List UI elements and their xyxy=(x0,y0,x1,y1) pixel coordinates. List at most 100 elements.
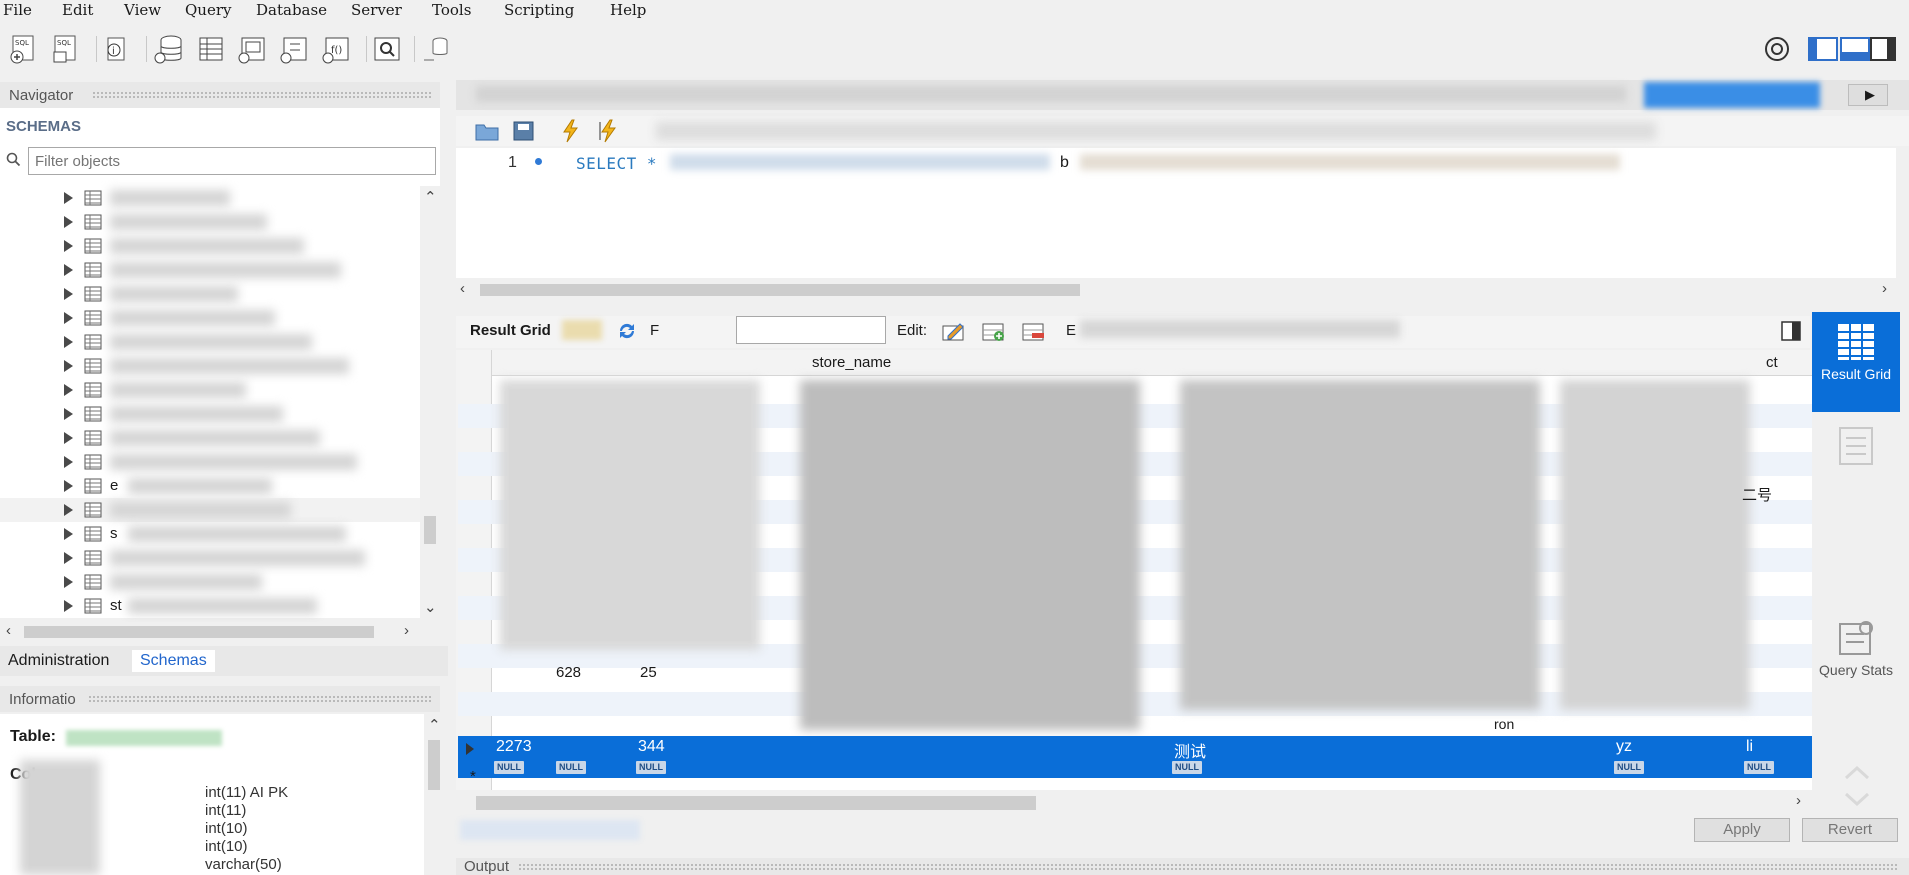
open-sql-script-icon[interactable]: SQL xyxy=(50,32,84,66)
side-panel-scroll-icon[interactable] xyxy=(1842,762,1872,816)
info-vscrollbar[interactable] xyxy=(424,714,444,875)
tree-item-table[interactable] xyxy=(0,546,420,570)
create-view-icon[interactable] xyxy=(236,32,270,66)
toggle-output-icon[interactable] xyxy=(1838,32,1872,66)
cell-fragment[interactable]: ron xyxy=(1494,716,1514,732)
create-table-icon[interactable] xyxy=(194,32,228,66)
chevron-up-icon[interactable]: ⌃ xyxy=(428,716,441,734)
tree-item-table[interactable] xyxy=(0,354,420,378)
save-icon[interactable] xyxy=(512,120,536,146)
delete-row-icon[interactable] xyxy=(1020,318,1046,348)
tree-item-table[interactable]: e xyxy=(0,474,420,498)
menu-server[interactable]: Server xyxy=(351,1,402,19)
cell[interactable]: 2273 xyxy=(496,738,532,756)
cell[interactable]: 344 xyxy=(638,738,665,756)
tab-administration[interactable]: Administration xyxy=(0,650,117,672)
expand-arrow-icon[interactable] xyxy=(64,456,73,468)
expand-arrow-icon[interactable] xyxy=(64,216,73,228)
create-schema-icon[interactable] xyxy=(152,32,186,66)
tab-schemas[interactable]: Schemas xyxy=(132,650,215,672)
tree-item-table[interactable]: s xyxy=(0,522,420,546)
new-sql-tab-icon[interactable]: SQL xyxy=(8,32,42,66)
edit-row-icon[interactable] xyxy=(940,318,966,348)
toggle-wrap-icon[interactable] xyxy=(1780,320,1802,346)
tree-item-table[interactable]: st xyxy=(0,594,420,618)
expand-arrow-icon[interactable] xyxy=(64,576,73,588)
chevron-right-icon[interactable]: › xyxy=(1796,792,1801,809)
create-procedure-icon[interactable] xyxy=(278,32,312,66)
menu-scripting[interactable]: Scripting xyxy=(504,1,574,19)
cell[interactable]: 测试 xyxy=(1174,738,1206,762)
refresh-icon[interactable] xyxy=(616,320,638,346)
create-function-icon[interactable]: f() xyxy=(320,32,354,66)
tree-item-table[interactable] xyxy=(0,282,420,306)
toggle-sidebar-icon[interactable] xyxy=(1806,32,1840,66)
menu-edit[interactable]: Edit xyxy=(62,1,93,19)
chevron-right-icon[interactable]: › xyxy=(404,622,409,639)
expand-arrow-icon[interactable] xyxy=(64,384,73,396)
menu-tools[interactable]: Tools xyxy=(432,1,471,19)
expand-arrow-icon[interactable] xyxy=(64,528,73,540)
tree-item-table[interactable] xyxy=(0,306,420,330)
tree-item-table[interactable] xyxy=(0,450,420,474)
grid-hscrollbar[interactable] xyxy=(456,792,1812,814)
menu-view[interactable]: View xyxy=(124,1,161,19)
expand-arrow-icon[interactable] xyxy=(64,312,73,324)
expand-arrow-icon[interactable] xyxy=(64,432,73,444)
side-result-grid-button[interactable]: Result Grid xyxy=(1812,312,1900,412)
reconnect-icon[interactable] xyxy=(420,32,454,66)
chevron-left-icon[interactable]: ‹ xyxy=(6,622,11,639)
filter-rows-input[interactable] xyxy=(736,316,886,344)
tree-item-table[interactable] xyxy=(0,378,420,402)
menu-file[interactable]: File xyxy=(3,1,32,19)
cell[interactable]: 25 xyxy=(640,664,657,681)
column-header-store-name[interactable]: store_name xyxy=(812,354,891,371)
sql-text[interactable]: SELECT * xyxy=(576,154,657,173)
insert-row-icon[interactable] xyxy=(980,318,1006,348)
expand-arrow-icon[interactable] xyxy=(64,360,73,372)
expand-arrow-icon[interactable] xyxy=(64,192,73,204)
cell-fragment[interactable]: 二号 xyxy=(1742,484,1772,505)
expand-arrow-icon[interactable] xyxy=(64,336,73,348)
apply-button[interactable]: Apply xyxy=(1694,818,1790,842)
chevron-up-icon[interactable]: ⌃ xyxy=(424,188,437,206)
chevron-left-icon[interactable]: ‹ xyxy=(460,280,465,297)
tree-hscrollbar[interactable] xyxy=(0,622,420,642)
menu-help[interactable]: Help xyxy=(610,1,646,19)
tree-vscroll-thumb[interactable] xyxy=(424,516,436,544)
tree-item-table[interactable] xyxy=(0,498,420,522)
chevron-right-icon[interactable]: › xyxy=(1882,280,1887,297)
chevron-down-icon[interactable]: ⌄ xyxy=(424,598,437,616)
tree-item-table[interactable] xyxy=(0,234,420,258)
execute-current-icon[interactable] xyxy=(596,118,622,148)
open-file-icon[interactable] xyxy=(474,120,500,146)
tree-hscroll-thumb[interactable] xyxy=(24,626,374,638)
tree-item-table[interactable] xyxy=(0,426,420,450)
revert-button[interactable]: Revert xyxy=(1802,818,1898,842)
expand-arrow-icon[interactable] xyxy=(64,408,73,420)
expand-arrow-icon[interactable] xyxy=(64,240,73,252)
tab-scroll-right[interactable]: ▶ xyxy=(1848,84,1888,106)
expand-arrow-icon[interactable] xyxy=(64,600,73,612)
tree-vscrollbar[interactable] xyxy=(420,186,440,620)
cell[interactable]: yz xyxy=(1616,738,1632,756)
expand-arrow-icon[interactable] xyxy=(64,264,73,276)
execute-icon[interactable] xyxy=(558,118,584,148)
menu-query[interactable]: Query xyxy=(185,1,231,19)
column-header-last[interactable]: ct xyxy=(1766,354,1778,371)
expand-arrow-icon[interactable] xyxy=(64,504,73,516)
menu-database[interactable]: Database xyxy=(256,1,327,19)
tree-item-table[interactable] xyxy=(0,402,420,426)
cell[interactable]: li xyxy=(1746,738,1753,756)
tree-item-table[interactable] xyxy=(0,258,420,282)
editor-hscrollbar[interactable] xyxy=(456,280,1896,300)
side-query-stats-button[interactable]: Query Stats xyxy=(1812,620,1900,710)
form-editor-icon[interactable] xyxy=(1834,424,1878,472)
selected-table-row[interactable]: 2273 NULL NULL 344 NULL 测试 NULL yz NULL … xyxy=(458,736,1812,778)
inspector-icon[interactable]: i xyxy=(100,32,134,66)
expand-arrow-icon[interactable] xyxy=(64,552,73,564)
tree-item-table[interactable] xyxy=(0,186,420,210)
settings-icon[interactable] xyxy=(1760,32,1794,66)
cell[interactable]: 628 xyxy=(556,664,581,681)
tree-item-table[interactable] xyxy=(0,210,420,234)
